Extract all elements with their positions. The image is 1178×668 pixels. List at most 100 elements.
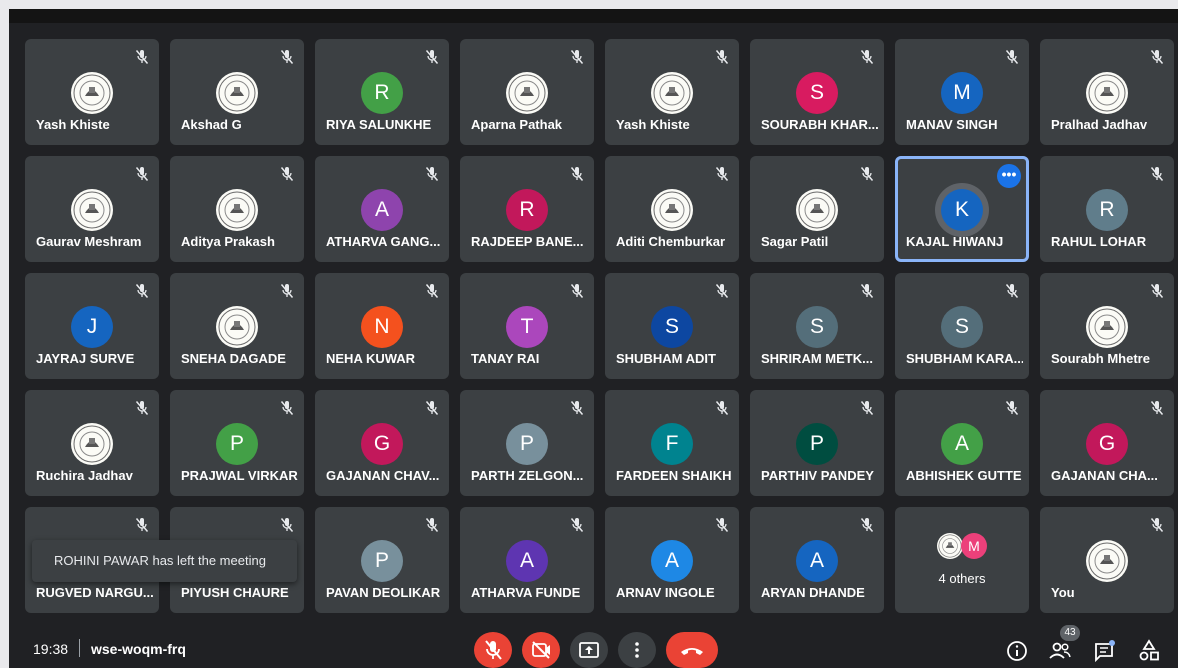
institute-logo-avatar [1086,306,1128,348]
participant-name: PIYUSH CHAURE [181,585,289,600]
participant-tile[interactable]: SNEHA DAGADE [170,273,304,379]
mic-muted-icon [715,167,729,181]
mic-muted-icon [135,50,149,64]
participant-name: ATHARVA FUNDE [471,585,581,600]
participant-tile[interactable]: P PARTH ZELGON... [460,390,594,496]
participant-tile[interactable]: ••• K KAJAL HIWANJ [895,156,1029,262]
participant-name: You [1051,585,1075,600]
activities-icon[interactable] [1136,638,1162,664]
participant-tile[interactable]: T TANAY RAI [460,273,594,379]
mic-muted-icon [1005,50,1019,64]
chat-icon[interactable] [1091,638,1117,664]
avatar: A [651,540,693,582]
mic-muted-icon [1005,284,1019,298]
institute-logo-avatar [1086,540,1128,582]
participant-name: Gaurav Meshram [36,234,142,249]
participant-tile[interactable]: Pralhad Jadhav [1040,39,1174,145]
participant-name: ARYAN DHANDE [761,585,865,600]
participant-tile[interactable]: A ARNAV INGOLE [605,507,739,613]
tile-options-icon[interactable]: ••• [997,164,1021,188]
participant-tile[interactable]: Sourabh Mhetre [1040,273,1174,379]
avatar: J [71,306,113,348]
participant-tile[interactable]: P PARTHIV PANDEY [750,390,884,496]
participant-tile[interactable]: M MANAV SINGH [895,39,1029,145]
participant-name: RUGVED NARGU... [36,585,153,600]
participant-tile[interactable]: S SOURABH KHAR... [750,39,884,145]
participant-tile[interactable]: G GAJANAN CHA... [1040,390,1174,496]
participant-grid: Yash Khiste Akshad G R RIYA SALUNKHE Aparna … [25,39,1174,613]
avatar: T [506,306,548,348]
participant-tile[interactable]: R RAJDEEP BANE... [460,156,594,262]
mic-muted-icon [425,518,439,532]
participant-tile[interactable]: A ATHARVA GANG... [315,156,449,262]
avatar: G [361,423,403,465]
institute-logo-avatar [216,72,258,114]
top-band [9,9,1178,23]
avatar: S [651,306,693,348]
institute-logo-avatar [937,533,963,559]
participant-tile[interactable]: Aparna Pathak [460,39,594,145]
self-tile[interactable]: You [1040,507,1174,613]
participant-name: RIYA SALUNKHE [326,117,432,132]
participant-name: RAJDEEP BANE... [471,234,584,249]
participant-tile[interactable]: J JAYRAJ SURVE [25,273,159,379]
institute-logo-avatar [796,189,838,231]
mic-muted-icon [860,284,874,298]
participant-tile[interactable]: A ARYAN DHANDE [750,507,884,613]
mic-muted-icon [570,167,584,181]
mic-toggle-button[interactable] [474,632,512,668]
avatar: P [506,423,548,465]
avatar: S [941,306,983,348]
participant-name: RAHUL LOHAR [1051,234,1147,249]
avatar: P [361,540,403,582]
meeting-time: 19:38 [33,641,69,657]
participant-tile[interactable]: Sagar Patil [750,156,884,262]
institute-logo-avatar [216,306,258,348]
participant-name: Pralhad Jadhav [1051,117,1148,132]
mic-muted-icon [860,518,874,532]
present-now-button[interactable] [570,632,608,668]
participant-tile[interactable]: Yash Khiste [25,39,159,145]
participant-tile[interactable]: S SHUBHAM ADIT [605,273,739,379]
participant-name: Aparna Pathak [471,117,563,132]
participant-tile[interactable]: P PRAJWAL VIRKAR [170,390,304,496]
participant-tile[interactable]: Yash Khiste [605,39,739,145]
participant-tile[interactable]: Aditi Chemburkar [605,156,739,262]
mic-muted-icon [280,50,294,64]
participant-tile[interactable]: S SHRIRAM METK... [750,273,884,379]
mic-muted-icon [1150,284,1164,298]
mic-muted-icon [135,518,149,532]
avatar: N [361,306,403,348]
mic-muted-icon [135,284,149,298]
mic-muted-icon [715,284,729,298]
participant-tile[interactable]: G GAJANAN CHAV... [315,390,449,496]
more-options-button[interactable] [618,632,656,668]
participant-tile[interactable]: A ABHISHEK GUTTE [895,390,1029,496]
participant-tile[interactable]: Ruchira Jadhav [25,390,159,496]
others-tile[interactable]: M 4 others [895,507,1029,613]
more-options-icon [635,642,639,658]
participant-name: Yash Khiste [616,117,690,132]
participant-tile[interactable]: Akshad G [170,39,304,145]
participant-tile[interactable]: N NEHA KUWAR [315,273,449,379]
camera-toggle-button[interactable] [522,632,560,668]
participant-tile[interactable]: P PAVAN DEOLIKAR [315,507,449,613]
end-call-button[interactable] [666,632,718,668]
people-icon[interactable] [1047,638,1073,664]
participant-tile[interactable]: Gaurav Meshram [25,156,159,262]
mic-muted-icon [570,518,584,532]
participant-tile[interactable]: S SHUBHAM KARA... [895,273,1029,379]
participant-tile[interactable]: F FARDEEN SHAIKH [605,390,739,496]
mic-muted-icon [860,167,874,181]
participant-tile[interactable]: A ATHARVA FUNDE [460,507,594,613]
mic-muted-icon [135,401,149,415]
participant-tile[interactable]: Aditya Prakash [170,156,304,262]
participant-name: SHUBHAM ADIT [616,351,716,366]
avatar: F [651,423,693,465]
info-icon[interactable] [1004,638,1030,664]
avatar: K [941,189,983,231]
avatar: M [961,533,987,559]
participant-tile[interactable]: R RIYA SALUNKHE [315,39,449,145]
participant-tile[interactable]: R RAHUL LOHAR [1040,156,1174,262]
institute-logo-avatar [1086,72,1128,114]
